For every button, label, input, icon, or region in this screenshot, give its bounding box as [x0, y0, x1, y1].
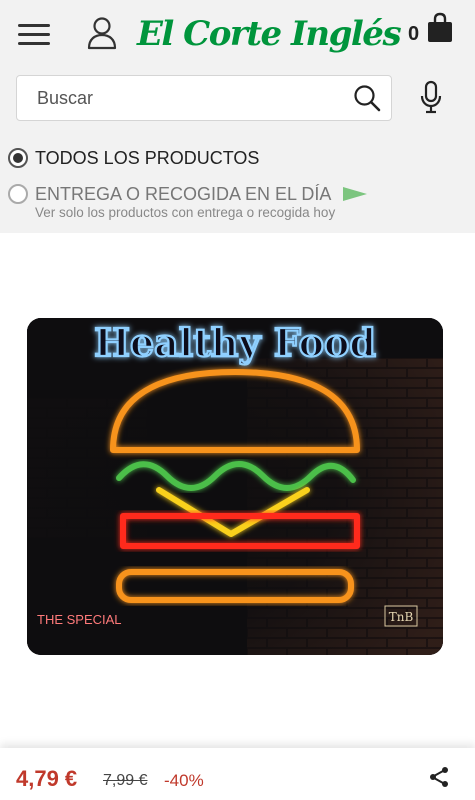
discount-badge: -40% — [164, 771, 204, 790]
filter-all-products[interactable]: TODOS LOS PRODUCTOS — [8, 146, 278, 170]
image-caption: THE SPECIAL — [37, 612, 122, 627]
microphone-icon[interactable] — [419, 80, 443, 114]
brand-logo[interactable]: El Corte Inglés — [137, 12, 402, 56]
radio-unselected-icon[interactable] — [8, 184, 28, 204]
search-box — [16, 75, 392, 121]
bag-icon[interactable] — [426, 12, 454, 44]
radio-selected-icon[interactable] — [8, 148, 28, 168]
menu-icon[interactable] — [18, 22, 50, 48]
search-icon[interactable] — [353, 84, 381, 112]
filter-same-day-description: Ver solo los productos con entrega o rec… — [35, 205, 336, 220]
price-bar: 4,79 € 7,99 € -40% — [0, 748, 475, 800]
product-image[interactable]: Healthy Food THE SPECIAL TnB — [27, 318, 443, 655]
user-icon[interactable] — [86, 16, 118, 50]
top-bar: El Corte Inglés 0 TODOS LOS PRODUCTOS EN… — [0, 0, 475, 233]
filter-all-products-label: TODOS LOS PRODUCTOS — [35, 148, 260, 168]
filter-same-day[interactable]: ENTREGA O RECOGIDA EN EL DÍA — [8, 182, 348, 206]
neon-title: Healthy Food — [94, 320, 376, 365]
original-price: 7,99 € — [103, 772, 148, 789]
filter-same-day-label: ENTREGA O RECOGIDA EN EL DÍA — [35, 184, 332, 204]
current-price: 4,79 € — [16, 766, 78, 791]
cart-count: 0 — [408, 23, 420, 45]
share-icon[interactable] — [428, 766, 450, 788]
image-badge: TnB — [389, 610, 414, 624]
flag-icon — [343, 187, 367, 201]
search-input[interactable] — [37, 84, 347, 112]
